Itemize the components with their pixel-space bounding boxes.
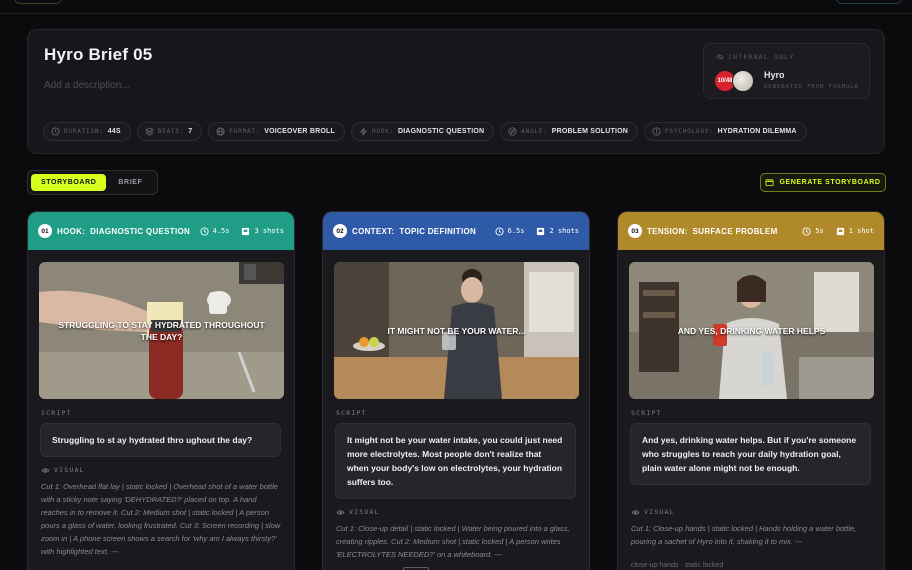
internal-only-label: INTERNAL ONLY [716,53,794,61]
tab-storyboard[interactable]: STORYBOARD [31,174,107,191]
brief-card: Hyro Brief 05 Add a description... INTER… [27,29,885,154]
beat-thumbnail[interactable]: STRUGGLING TO STAY HYDRATED THROUGHOUT T… [39,262,284,399]
beat-meta: 4.5s 3 shots [200,226,284,236]
beat-type: TENSION: [647,226,688,236]
thumbnail-caption: AND YES, DRINKING WATER HELPS [677,325,826,336]
script-label: SCRIPT [631,409,662,417]
visual-text: Cut 1: Close-up detail | static locked |… [336,524,570,559]
film-icon [242,227,250,235]
script-label: SCRIPT [336,409,367,417]
tab-brief[interactable]: BRIEF [108,174,152,191]
brain-icon [652,127,661,136]
eye-off-icon [716,53,724,61]
bolt-icon [359,127,368,136]
beat-header: 02 CONTEXT: TOPIC DEFINITION 6.5s 2 shot… [323,212,589,250]
beat-name: SURFACE PROBLEM [692,226,778,236]
beat-number: 01 [38,224,52,238]
script-label: SCRIPT [41,409,72,417]
visual-label: VISUAL [631,508,675,516]
thumbnail-caption: STRUGGLING TO STAY HYDRATED THROUGHOUT T… [58,319,265,342]
chip-beats: BEATS: 7 [136,122,203,141]
chip-format: FORMAT: VOICEOVER BROLL [208,122,345,141]
generate-storyboard-button[interactable]: GENERATE STORYBOARD [760,173,886,192]
beat-header: 01 HOOK: DIAGNOSTIC QUESTION 4.5s 3 shot… [28,212,294,250]
view-tabs: STORYBOARD BRIEF [27,170,158,195]
layers-icon [144,127,154,136]
beat-name: TOPIC DEFINITION [399,226,477,236]
chip-psychology: PSYCHOLOGY: HYDRATION DILEMMA [644,122,807,141]
top-bar [0,0,912,14]
visual-text: Cut 1: Close-up hands | static locked | … [631,524,857,546]
header-action-button[interactable] [836,0,902,4]
film-icon [765,179,774,187]
beat-header: 03 TENSION: SURFACE PROBLEM 5s 1 shot [618,212,884,250]
beat-number: 02 [333,224,347,238]
beat-meta: 5s 1 shot [802,226,874,236]
beat-meta: 6.5s 2 shots [495,226,579,236]
visual-label: VISUAL [41,466,85,474]
clock-icon [802,226,811,236]
beat-thumbnail[interactable]: AND YES, DRINKING WATER HELPS [629,262,874,399]
brief-title[interactable]: Hyro Brief 05 [44,45,152,65]
script-text[interactable]: It might not be your water intake, you c… [335,423,576,499]
description-input[interactable]: Add a description... [44,80,130,91]
eye-icon [631,509,640,515]
beat-type: CONTEXT: [352,226,395,236]
beat-card-hook: 01 HOOK: DIAGNOSTIC QUESTION 4.5s 3 shot… [27,211,295,570]
brand-panel: INTERNAL ONLY 10/48 Hyro GENERATED FROM … [703,43,870,99]
beat-card-context: 02 CONTEXT: TOPIC DEFINITION 6.5s 2 shot… [322,211,590,570]
clock-icon [51,127,60,136]
beat-thumbnail[interactable]: IT MIGHT NOT BE YOUR WATER... [334,262,579,399]
film-icon [537,227,545,235]
brand-name: Hyro [764,70,785,80]
compass-icon [508,127,517,136]
beat-name: DIAGNOSTIC QUESTION [90,226,191,236]
visual-text: Cut 1: Overhead flat lay | static locked… [41,482,281,556]
eye-icon [336,509,345,515]
avatar-stack: 10/48 [714,70,758,92]
shot-summary: close-up hands · static locked [631,562,724,569]
thumbnail-caption: IT MIGHT NOT BE YOUR WATER... [387,325,526,336]
visual-label: VISUAL [336,508,380,516]
chip-duration: DURATION: 44S [43,122,131,141]
beat-number: 03 [628,224,642,238]
clock-icon [200,226,209,236]
chip-angle: ANGLE: PROBLEM SOLUTION [500,122,639,141]
script-text[interactable]: Struggling to st ay hydrated thro ughout… [40,423,281,457]
back-button[interactable] [14,0,62,4]
beat-card-tension: 03 TENSION: SURFACE PROBLEM 5s 1 shot AN… [617,211,885,570]
script-text[interactable]: And yes, drinking water helps. But if yo… [630,423,871,485]
film-icon [836,227,844,235]
globe-icon [216,127,225,136]
eye-icon [41,467,50,473]
brand-subtitle: GENERATED FROM FORMULA [764,84,859,90]
meta-chips: DURATION: 44S BEATS: 7 FORMAT: VOICEOVER BR… [43,122,807,141]
chip-hook: HOOK: DIAGNOSTIC QUESTION [350,122,495,141]
product-avatar [732,70,754,92]
clock-icon [495,226,504,236]
beat-type: HOOK: [57,226,86,236]
